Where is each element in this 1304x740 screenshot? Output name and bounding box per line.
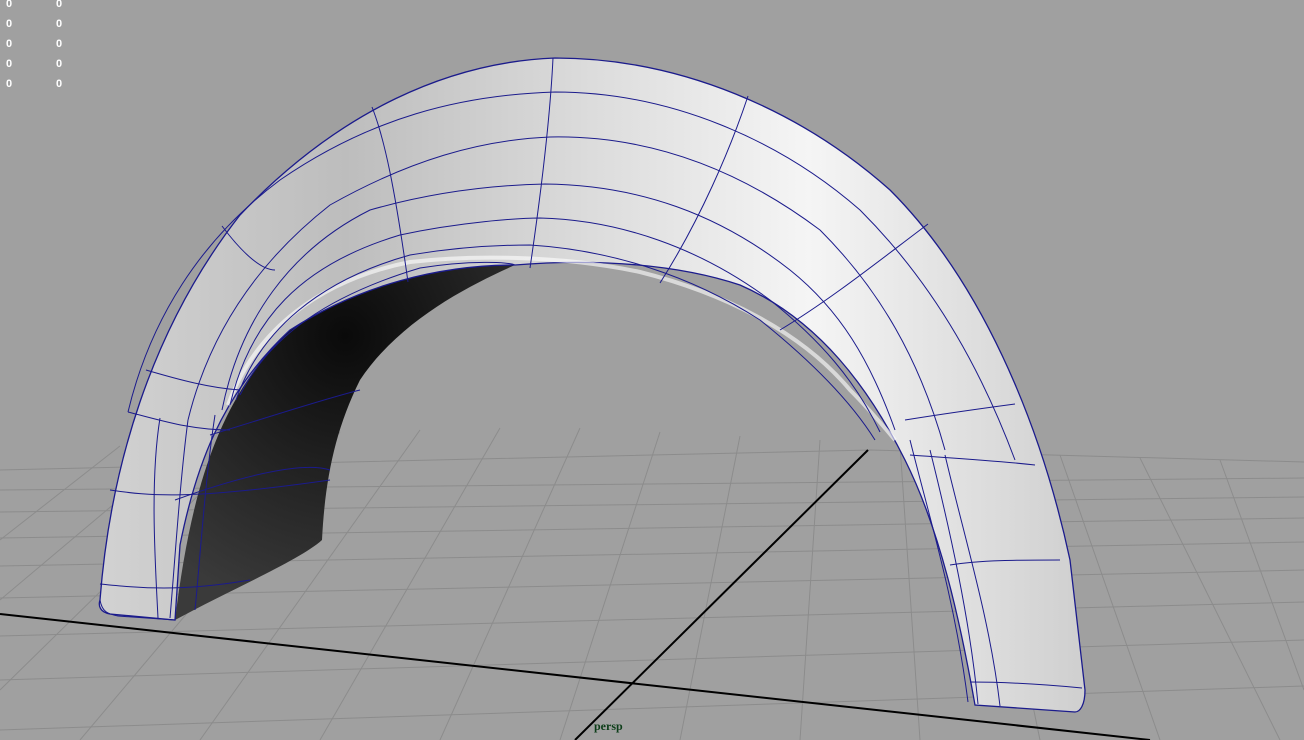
hud-value: 0 [56, 58, 63, 70]
hud-value: 0 [56, 18, 63, 30]
perspective-viewport[interactable]: 0 0 0 0 0 0 0 0 0 0 persp [0, 0, 1304, 740]
hud-row: 0 0 [0, 54, 76, 74]
hud-value: 0 [6, 0, 13, 10]
hud-value: 0 [56, 38, 63, 50]
hud-value: 0 [6, 18, 13, 30]
camera-name-label: persp [594, 719, 623, 733]
hud-value: 0 [56, 0, 63, 10]
heads-up-display: 0 0 0 0 0 0 0 0 0 0 [0, 0, 76, 94]
hud-value: 0 [56, 78, 63, 90]
viewport-canvas[interactable] [0, 0, 1304, 740]
hud-value: 0 [6, 38, 13, 50]
hud-row: 0 0 [0, 14, 76, 34]
hud-row: 0 0 [0, 74, 76, 94]
hud-row: 0 0 [0, 34, 76, 54]
hud-value: 0 [6, 58, 13, 70]
hud-row: 0 0 [0, 0, 76, 14]
hud-value: 0 [6, 78, 13, 90]
